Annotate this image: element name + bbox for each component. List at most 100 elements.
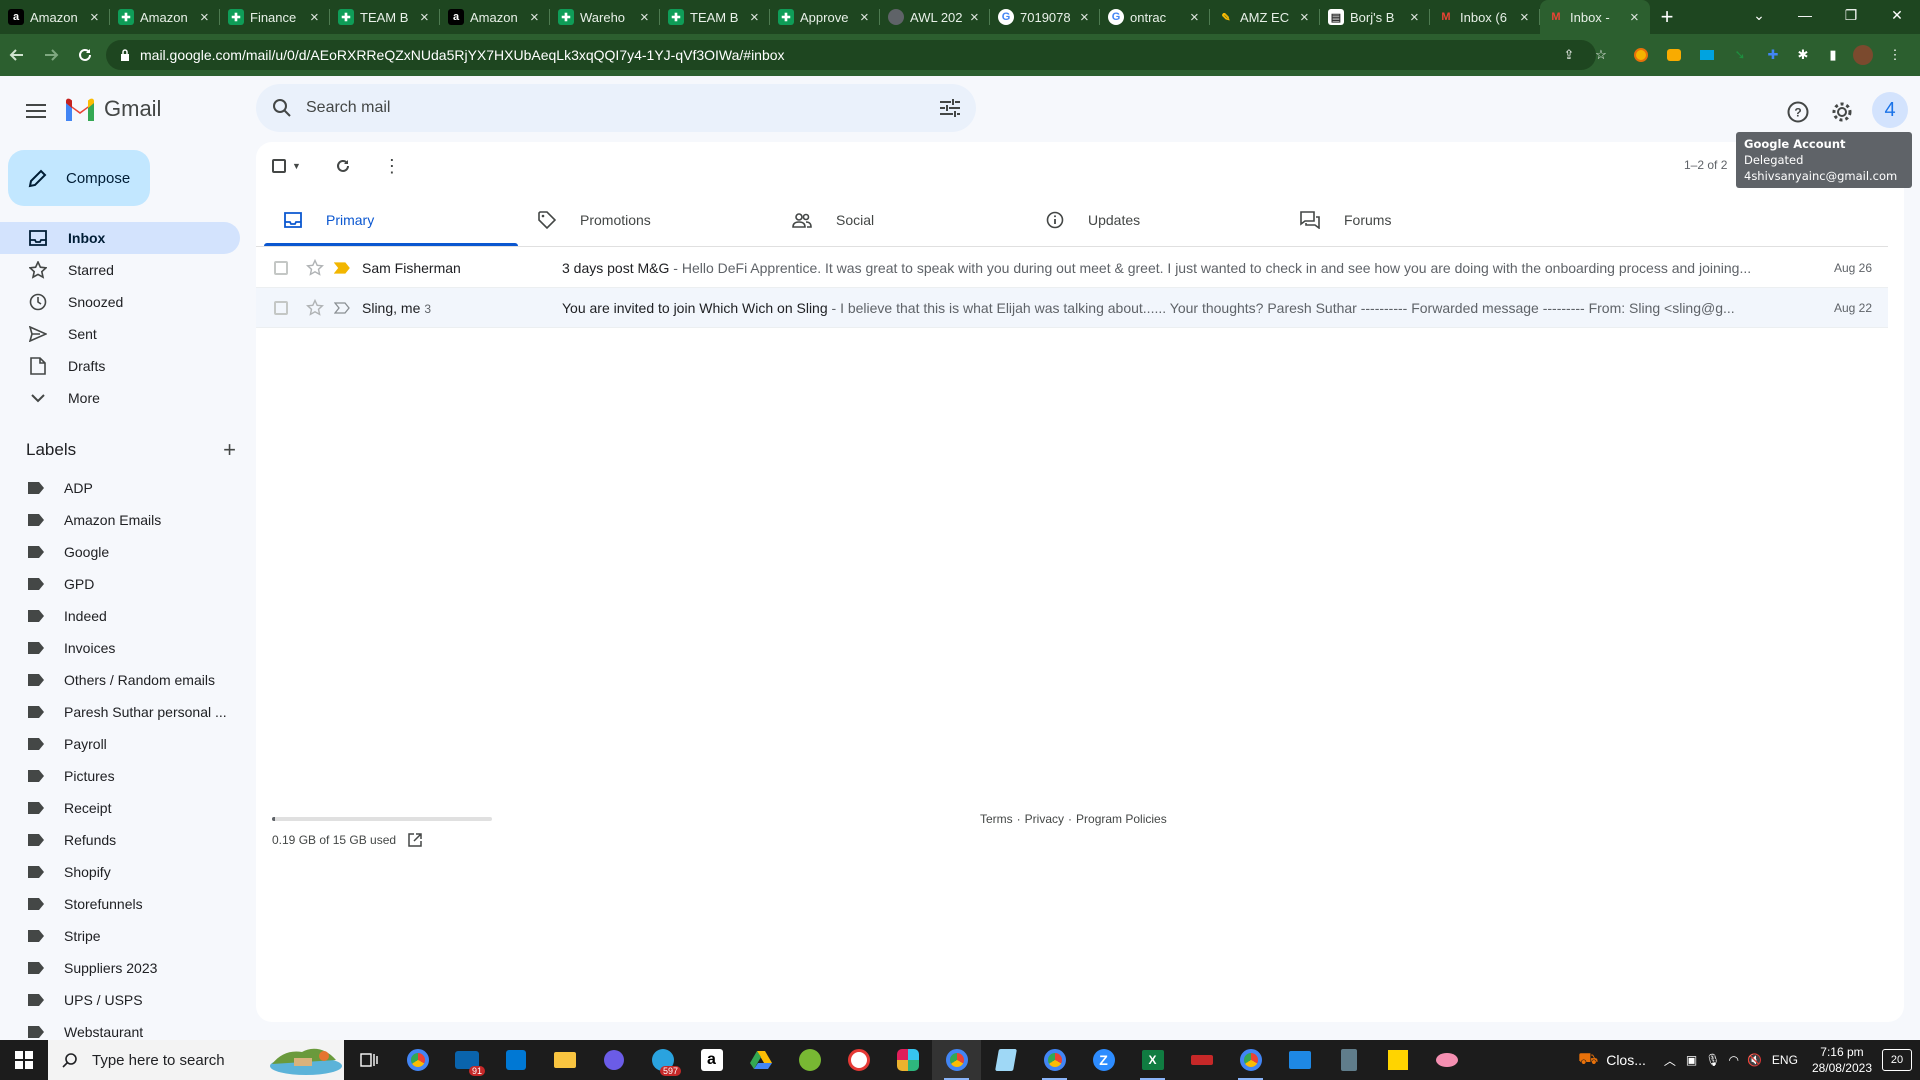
taskbar-telegram-icon[interactable]: 597 bbox=[638, 1040, 687, 1080]
taskbar-mail-icon[interactable]: 91 bbox=[442, 1040, 491, 1080]
tray-wifi-icon[interactable]: ◠ bbox=[1728, 1053, 1738, 1067]
restore-button[interactable]: ❐ bbox=[1828, 0, 1874, 30]
new-tab-button[interactable]: + bbox=[1650, 0, 1684, 34]
tab-close-icon[interactable]: × bbox=[1410, 9, 1422, 26]
close-window-button[interactable]: ✕ bbox=[1874, 0, 1920, 30]
tab-close-icon[interactable]: × bbox=[530, 9, 542, 26]
tab-close-icon[interactable]: × bbox=[860, 9, 872, 26]
label-item[interactable]: Google bbox=[0, 536, 240, 568]
extensions-puzzle-icon[interactable]: ✱ bbox=[1792, 44, 1814, 66]
label-item[interactable]: Others / Random emails bbox=[0, 664, 240, 696]
tray-app-icon[interactable]: ⛟ bbox=[1578, 1050, 1598, 1070]
browser-tab[interactable]: ✚ Amazon × bbox=[110, 0, 220, 34]
tab-close-icon[interactable]: × bbox=[200, 9, 212, 26]
email-row[interactable]: Sam Fisherman 3 days post M&G - Hello DeF… bbox=[256, 248, 1888, 288]
bookmark-star-icon[interactable]: ☆ bbox=[1590, 44, 1612, 66]
star-icon[interactable] bbox=[306, 258, 324, 277]
search-options-icon[interactable] bbox=[940, 99, 960, 117]
sidebar-item-drafts[interactable]: Drafts bbox=[0, 350, 240, 382]
minimize-button[interactable]: — bbox=[1782, 0, 1828, 30]
browser-tab[interactable]: M Inbox (6 × bbox=[1430, 0, 1540, 34]
tray-volume-icon[interactable]: 🔇 bbox=[1747, 1053, 1762, 1067]
label-item[interactable]: GPD bbox=[0, 568, 240, 600]
label-item[interactable]: Suppliers 2023 bbox=[0, 952, 240, 984]
label-item[interactable]: Invoices bbox=[0, 632, 240, 664]
extension-arrow-icon[interactable]: ➘ bbox=[1729, 44, 1751, 66]
extension-card-icon[interactable] bbox=[1696, 44, 1718, 66]
browser-tab[interactable]: ✚ Wareho × bbox=[550, 0, 660, 34]
tab-promotions[interactable]: Promotions bbox=[518, 194, 772, 246]
tab-close-icon[interactable]: × bbox=[750, 9, 762, 26]
taskbar-video-icon[interactable] bbox=[589, 1040, 638, 1080]
row-checkbox[interactable] bbox=[274, 300, 288, 315]
taskbar-slack-icon[interactable] bbox=[883, 1040, 932, 1080]
label-item[interactable]: Shopify bbox=[0, 856, 240, 888]
browser-tab[interactable]: a Amazon × bbox=[440, 0, 550, 34]
forward-arrow-icon[interactable] bbox=[34, 38, 68, 72]
tab-close-icon[interactable]: × bbox=[1300, 9, 1312, 26]
sidebar-item-inbox[interactable]: Inbox bbox=[0, 222, 240, 254]
label-item[interactable]: Receipt bbox=[0, 792, 240, 824]
tab-close-icon[interactable]: × bbox=[1080, 9, 1092, 26]
label-item[interactable]: Indeed bbox=[0, 600, 240, 632]
taskbar-chrome-profile-icon[interactable] bbox=[1030, 1040, 1079, 1080]
more-options-icon[interactable]: ⋮ bbox=[383, 150, 401, 182]
importance-marker-icon[interactable] bbox=[334, 301, 350, 314]
tab-close-icon[interactable]: × bbox=[1190, 9, 1202, 26]
tray-clock[interactable]: 7:16 pm 28/08/2023 bbox=[1812, 1044, 1872, 1076]
browser-tab[interactable]: ✎ AMZ EC × bbox=[1210, 0, 1320, 34]
tray-language[interactable]: ENG bbox=[1772, 1053, 1798, 1067]
notification-center-icon[interactable]: 20 bbox=[1882, 1049, 1912, 1071]
browser-tab[interactable]: a Amazon × bbox=[0, 0, 110, 34]
browser-tab[interactable]: ✚ Approve × bbox=[770, 0, 880, 34]
reload-icon[interactable] bbox=[68, 38, 102, 72]
compose-button[interactable]: Compose bbox=[8, 150, 150, 206]
program-policies-link[interactable]: Program Policies bbox=[1076, 812, 1167, 826]
windows-start-button[interactable] bbox=[0, 1040, 48, 1080]
tab-search-chevron-icon[interactable]: ⌄ bbox=[1736, 0, 1782, 30]
tray-device-icon[interactable]: ▣ bbox=[1686, 1053, 1697, 1067]
sidebar-item-more[interactable]: More bbox=[0, 382, 240, 414]
browser-tab[interactable]: Gontrac × bbox=[1100, 0, 1210, 34]
tray-chevron-up-icon[interactable]: ︿ bbox=[1664, 1052, 1676, 1069]
create-label-plus-icon[interactable]: + bbox=[223, 437, 236, 463]
open-external-icon[interactable] bbox=[408, 833, 422, 847]
label-item[interactable]: Payroll bbox=[0, 728, 240, 760]
email-row[interactable]: Sling, me 3 You are invited to join Which … bbox=[256, 288, 1888, 328]
task-view-icon[interactable] bbox=[344, 1040, 393, 1080]
label-item[interactable]: Paresh Suthar personal ... bbox=[0, 696, 240, 728]
row-checkbox[interactable] bbox=[274, 260, 288, 275]
taskbar-sticky-notes-icon[interactable] bbox=[1373, 1040, 1422, 1080]
back-arrow-icon[interactable] bbox=[0, 38, 34, 72]
taskbar-drive-icon[interactable] bbox=[736, 1040, 785, 1080]
extension-honey-icon[interactable] bbox=[1663, 44, 1685, 66]
tab-social[interactable]: Social bbox=[772, 194, 1026, 246]
label-item[interactable]: UPS / USPS bbox=[0, 984, 240, 1016]
label-item[interactable]: Amazon Emails bbox=[0, 504, 240, 536]
profile-avatar[interactable] bbox=[1852, 44, 1874, 66]
settings-gear-icon[interactable] bbox=[1822, 92, 1862, 132]
sidebar-item-snoozed[interactable]: Snoozed bbox=[0, 286, 240, 318]
tray-app-label[interactable]: Clos... bbox=[1606, 1052, 1646, 1068]
taskbar-store-icon[interactable] bbox=[491, 1040, 540, 1080]
taskbar-game-icon[interactable] bbox=[1177, 1040, 1226, 1080]
sidebar-item-starred[interactable]: Starred bbox=[0, 254, 240, 286]
browser-tab[interactable]: ✚ TEAM B × bbox=[330, 0, 440, 34]
refresh-icon[interactable] bbox=[335, 150, 351, 182]
taskbar-clock-app-icon[interactable] bbox=[834, 1040, 883, 1080]
address-bar[interactable]: mail.google.com/mail/u/0/d/AEoRXRReQZxNU… bbox=[106, 40, 1596, 70]
browser-tab[interactable]: AWL 202 × bbox=[880, 0, 990, 34]
tab-close-icon[interactable]: × bbox=[1520, 9, 1532, 26]
label-item[interactable]: ADP bbox=[0, 472, 240, 504]
tab-close-icon[interactable]: × bbox=[310, 9, 322, 26]
browser-menu-icon[interactable]: ⋮ bbox=[1884, 44, 1906, 66]
google-account-avatar[interactable]: 4 bbox=[1872, 92, 1908, 128]
extension-circle-icon[interactable] bbox=[1630, 44, 1652, 66]
label-item[interactable]: Pictures bbox=[0, 760, 240, 792]
browser-tab[interactable]: ✚ TEAM B × bbox=[660, 0, 770, 34]
tab-close-icon[interactable]: × bbox=[420, 9, 432, 26]
support-help-icon[interactable]: ? bbox=[1778, 92, 1818, 132]
side-panel-icon[interactable]: ▮ bbox=[1822, 44, 1844, 66]
tab-primary[interactable]: Primary bbox=[264, 194, 518, 246]
taskbar-search-box[interactable] bbox=[48, 1040, 344, 1080]
